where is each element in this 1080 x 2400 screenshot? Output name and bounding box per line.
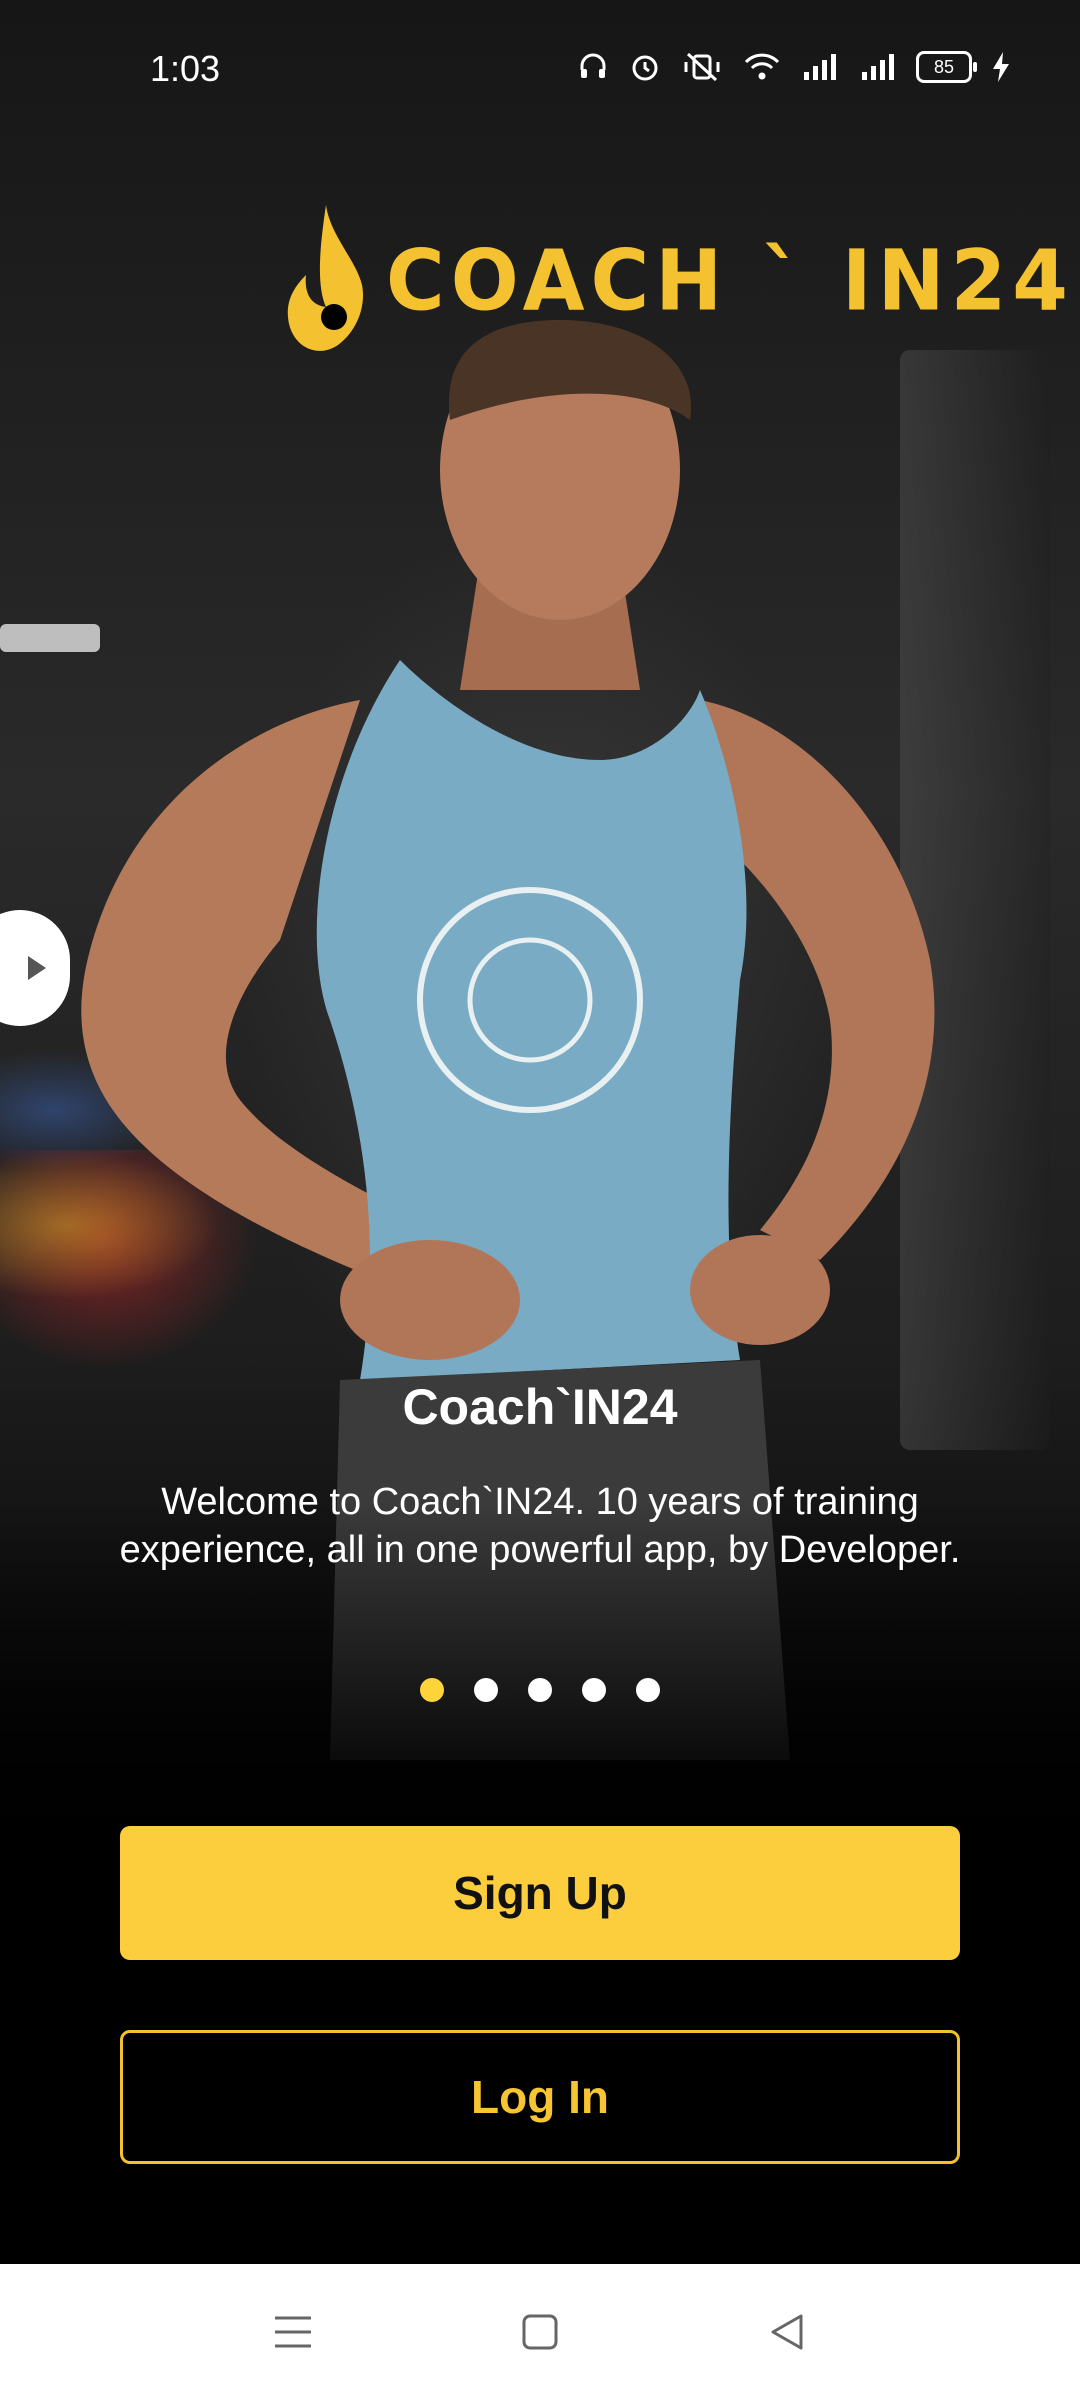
- battery-level: 85: [933, 56, 955, 77]
- onboarding-description: Welcome to Coach`IN24. 10 years of train…: [119, 1481, 961, 1571]
- page-dot-3[interactable]: [528, 1678, 552, 1702]
- headset-icon: [580, 53, 606, 78]
- home-icon: [522, 2314, 558, 2350]
- brand-logo: COACH ` IN24: [286, 205, 1074, 355]
- signal-icon: [804, 54, 836, 80]
- page-dot-2[interactable]: [474, 1678, 498, 1702]
- back-button[interactable]: [757, 2302, 817, 2362]
- signal-icon: [862, 54, 894, 80]
- page-dot-5[interactable]: [636, 1678, 660, 1702]
- page-dot-4[interactable]: [582, 1678, 606, 1702]
- onboarding-title: Coach`IN24: [402, 1379, 678, 1435]
- menu-button[interactable]: [263, 2302, 323, 2362]
- login-button[interactable]: Log In: [120, 2030, 960, 2164]
- home-button[interactable]: [510, 2302, 570, 2362]
- flame-logo-icon: [287, 205, 363, 351]
- signup-button[interactable]: Sign Up: [120, 1826, 960, 1960]
- page-dot-1[interactable]: [420, 1678, 444, 1702]
- wifi-icon: [744, 53, 780, 80]
- alarm-icon: [632, 55, 658, 81]
- navigation-bar: [0, 2264, 1080, 2400]
- status-icons: 85: [576, 50, 1012, 84]
- battery-icon: 85: [916, 51, 977, 83]
- logo-text: COACH ` IN24: [386, 231, 1074, 329]
- charging-icon: [993, 52, 1009, 82]
- menu-icon: [275, 2316, 312, 2348]
- status-bar: 1:03 85: [0, 0, 1080, 140]
- back-icon: [771, 2314, 803, 2350]
- status-time: 1:03: [150, 48, 221, 89]
- play-arrow-icon: [28, 956, 46, 980]
- page-indicator: [0, 1678, 1080, 1702]
- vibrate-off-icon: [684, 52, 720, 82]
